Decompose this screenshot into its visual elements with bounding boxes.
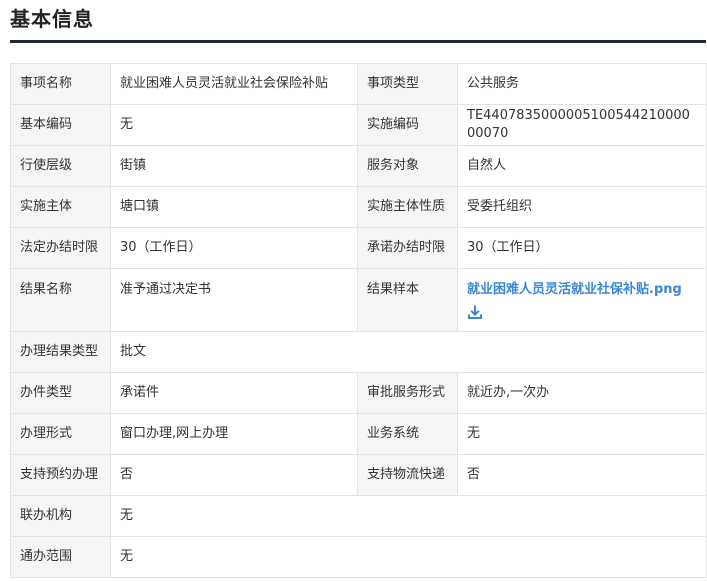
value-result-name: 准予通过决定书 <box>110 268 358 332</box>
label-result-sample: 结果样本 <box>357 268 458 332</box>
label-appointment-support: 支持预约办理 <box>10 454 111 496</box>
basic-info-panel: 基本信息 事项名称 就业困难人员灵活就业社会保险补贴 事项类型 公共服务 基本编… <box>0 0 707 581</box>
value-legal-time-limit: 30（工作日） <box>110 227 358 269</box>
value-body-nature: 受委托组织 <box>457 186 707 228</box>
table-row: 法定办结时限 30（工作日） 承诺办结时限 30（工作日） <box>10 227 707 269</box>
label-result-name: 结果名称 <box>10 268 111 332</box>
value-implementation-code: TE440783500000510054421000000070 <box>457 104 707 146</box>
value-item-name: 就业困难人员灵活就业社会保险补贴 <box>110 63 358 105</box>
value-appointment-support: 否 <box>110 454 358 496</box>
value-case-type: 承诺件 <box>110 372 358 414</box>
value-item-type: 公共服务 <box>457 63 707 105</box>
table-row: 通办范围 无 <box>10 536 707 578</box>
value-express-delivery-support: 否 <box>457 454 707 496</box>
label-legal-time-limit: 法定办结时限 <box>10 227 111 269</box>
table-row: 结果名称 准予通过决定书 结果样本 就业困难人员灵活就业社保补贴.png <box>10 268 707 332</box>
value-handling-form: 窗口办理,网上办理 <box>110 413 358 455</box>
value-result-sample: 就业困难人员灵活就业社保补贴.png <box>457 268 707 332</box>
download-icon[interactable] <box>467 304 483 320</box>
value-general-scope: 无 <box>110 536 707 578</box>
value-promised-time-limit: 30（工作日） <box>457 227 707 269</box>
label-implementation-code: 实施编码 <box>357 104 458 146</box>
value-joint-agency: 无 <box>110 495 707 537</box>
title-divider <box>10 40 706 43</box>
label-result-type: 办理结果类型 <box>10 331 111 373</box>
table-row: 支持预约办理 否 支持物流快递 否 <box>10 454 707 496</box>
label-promised-time-limit: 承诺办结时限 <box>357 227 458 269</box>
section-title: 基本信息 <box>10 7 94 31</box>
label-approval-service-form: 审批服务形式 <box>357 372 458 414</box>
label-item-type: 事项类型 <box>357 63 458 105</box>
value-business-system: 无 <box>457 413 707 455</box>
table-row: 办件类型 承诺件 审批服务形式 就近办,一次办 <box>10 372 707 414</box>
value-exercise-level: 街镇 <box>110 145 358 187</box>
value-basic-code: 无 <box>110 104 358 146</box>
label-express-delivery-support: 支持物流快递 <box>357 454 458 496</box>
label-basic-code: 基本编码 <box>10 104 111 146</box>
table-row: 联办机构 无 <box>10 495 707 537</box>
label-business-system: 业务系统 <box>357 413 458 455</box>
value-approval-service-form: 就近办,一次办 <box>457 372 707 414</box>
table-row: 行使层级 街镇 服务对象 自然人 <box>10 145 707 187</box>
label-item-name: 事项名称 <box>10 63 111 105</box>
basic-info-table: 事项名称 就业困难人员灵活就业社会保险补贴 事项类型 公共服务 基本编码 无 实… <box>10 63 707 578</box>
table-row: 基本编码 无 实施编码 TE44078350000051005442100000… <box>10 104 707 146</box>
value-result-type: 批文 <box>110 331 707 373</box>
label-handling-form: 办理形式 <box>10 413 111 455</box>
label-exercise-level: 行使层级 <box>10 145 111 187</box>
label-body-nature: 实施主体性质 <box>357 186 458 228</box>
table-row: 实施主体 塘口镇 实施主体性质 受委托组织 <box>10 186 707 228</box>
table-row: 办理形式 窗口办理,网上办理 业务系统 无 <box>10 413 707 455</box>
value-service-object: 自然人 <box>457 145 707 187</box>
label-case-type: 办件类型 <box>10 372 111 414</box>
value-implementing-body: 塘口镇 <box>110 186 358 228</box>
label-joint-agency: 联办机构 <box>10 495 111 537</box>
label-service-object: 服务对象 <box>357 145 458 187</box>
table-row: 办理结果类型 批文 <box>10 331 707 373</box>
result-sample-file-link[interactable]: 就业困难人员灵活就业社保补贴.png <box>467 281 682 299</box>
label-implementing-body: 实施主体 <box>10 186 111 228</box>
table-row: 事项名称 就业困难人员灵活就业社会保险补贴 事项类型 公共服务 <box>10 63 707 105</box>
label-general-scope: 通办范围 <box>10 536 111 578</box>
